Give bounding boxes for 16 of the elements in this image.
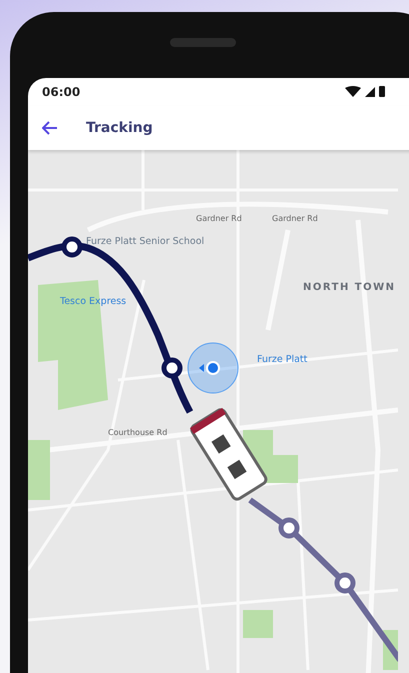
park-area	[243, 610, 273, 638]
status-icons	[345, 86, 387, 98]
status-time: 06:00	[42, 85, 80, 99]
map-label: Courthouse Rd	[108, 428, 168, 437]
screen-title: Tracking	[86, 120, 153, 136]
speaker-grille	[170, 38, 236, 47]
map-label: Furze Platt Senior School	[86, 236, 204, 247]
map-label: Gardner Rd	[272, 214, 318, 223]
map-label: Gardner Rd	[196, 214, 242, 223]
map-label: Tesco Express	[60, 296, 126, 307]
location-marker-icon	[188, 342, 238, 394]
map-label: NORTH TOWN	[303, 282, 396, 293]
map[interactable]: Gardner Rd Gardner Rd Furze Platt Senior School Tesco Express NORTH TOWN Furze Platt Courthouse Rd	[28, 150, 409, 673]
park-area	[28, 440, 50, 500]
map-label: Furze Platt	[257, 354, 308, 365]
back-button[interactable]	[42, 121, 58, 135]
